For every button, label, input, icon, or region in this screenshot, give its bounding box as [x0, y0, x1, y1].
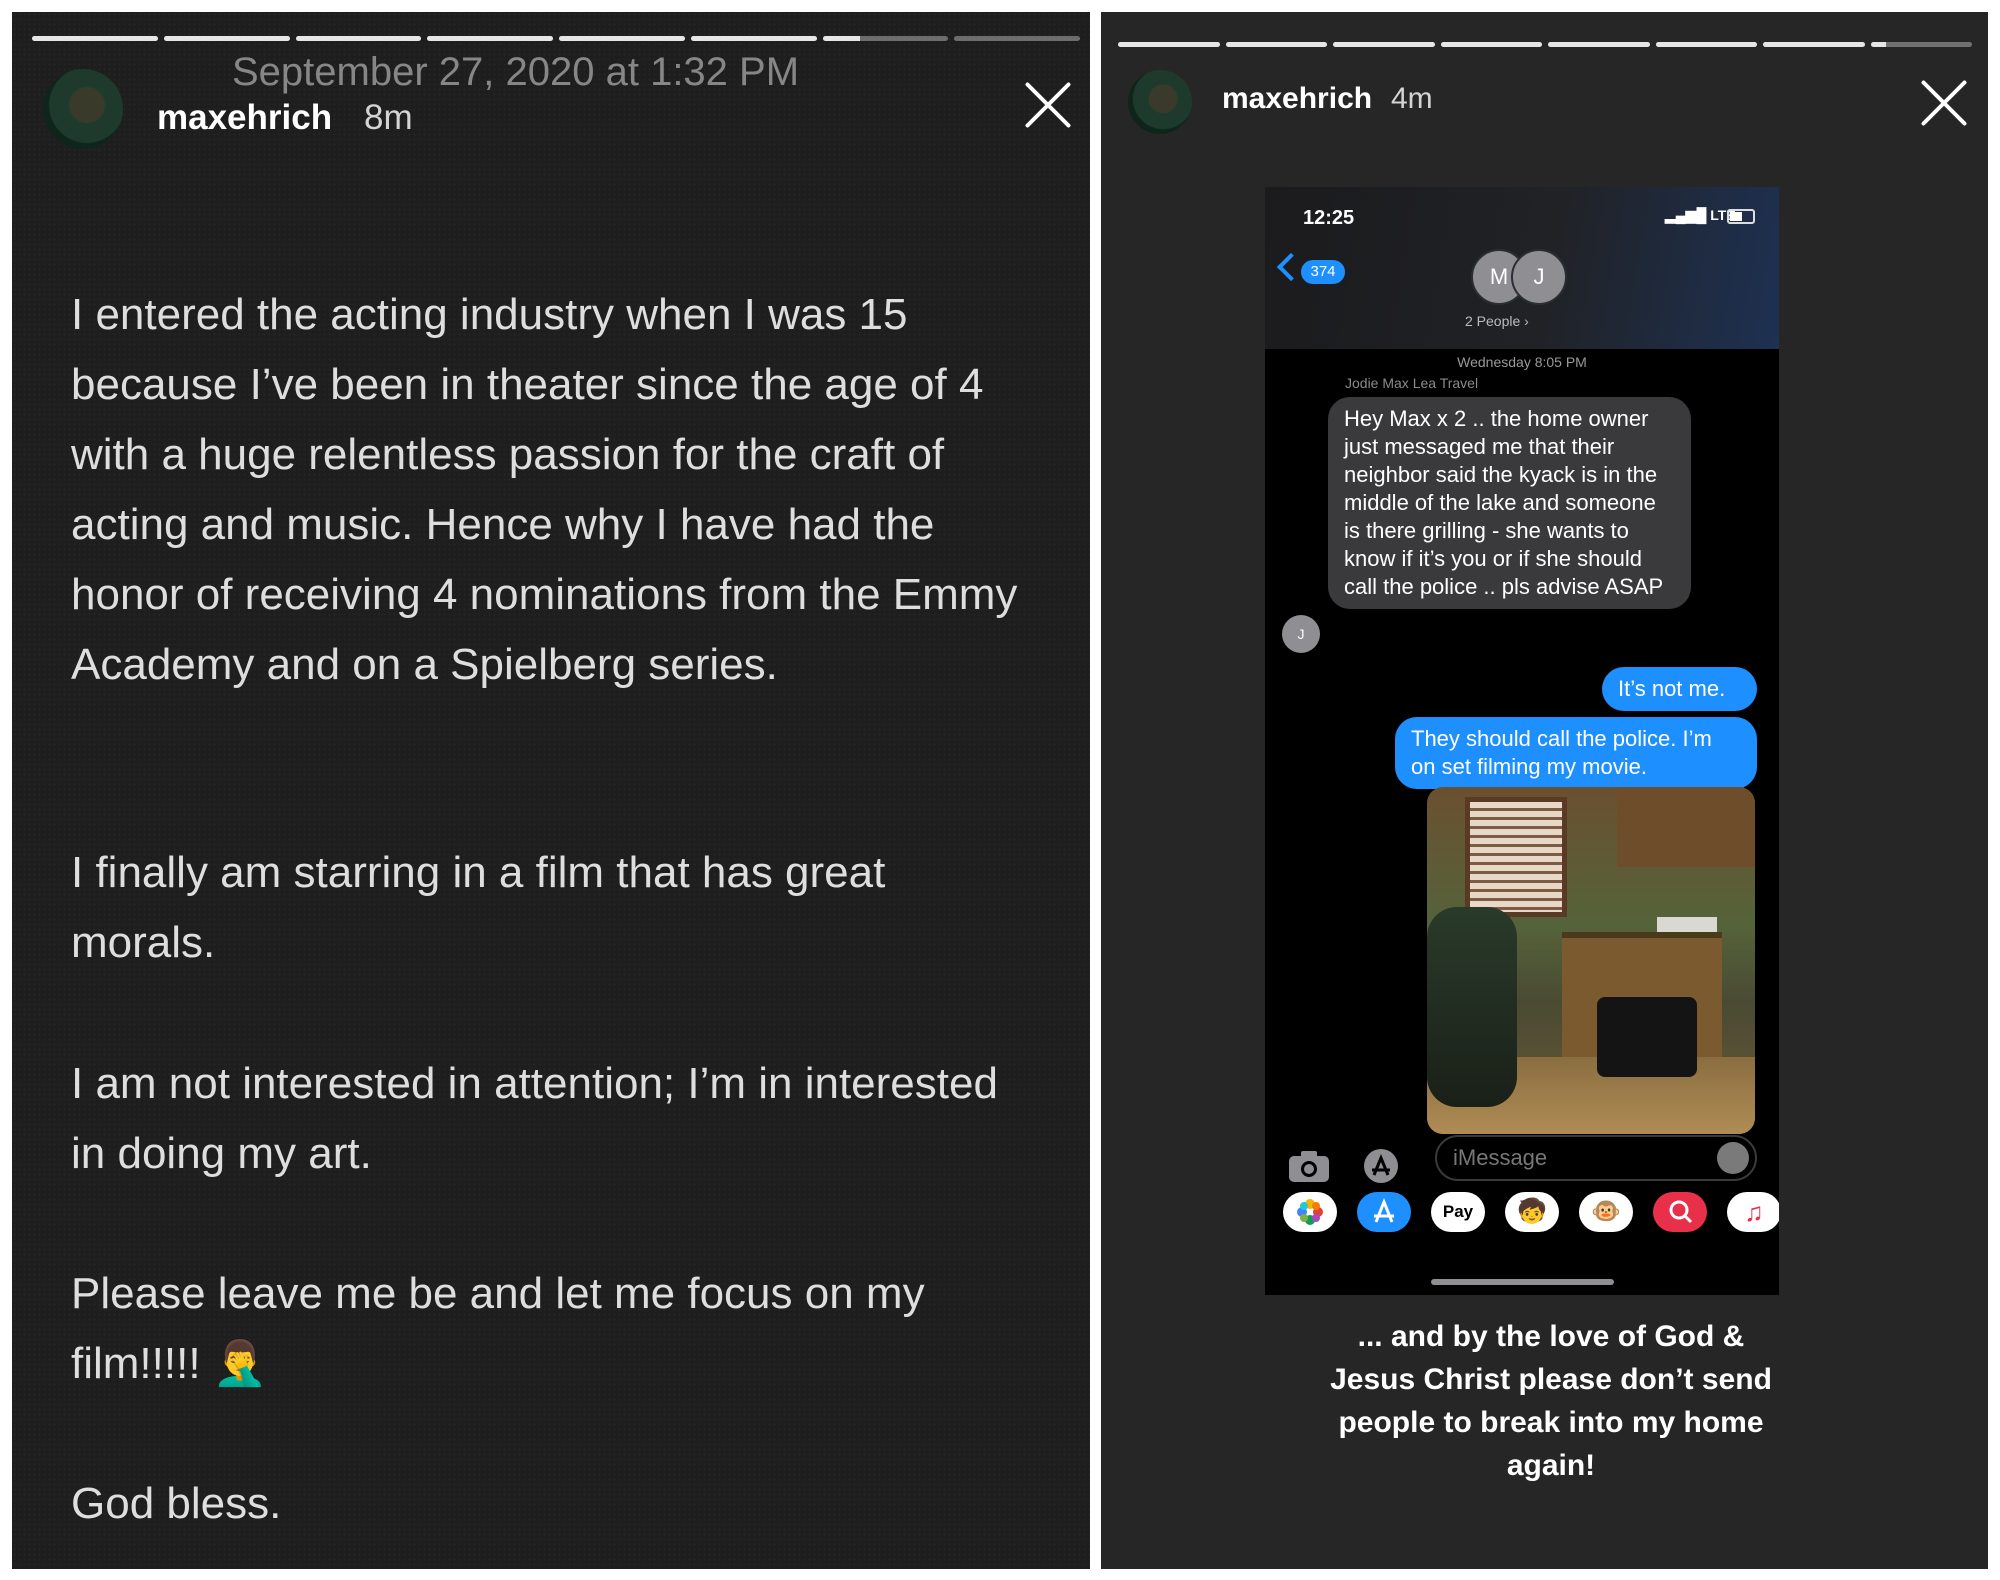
message-timestamp: Wednesday 8:05 PM	[1457, 354, 1587, 370]
story-progress-bar	[1118, 42, 1972, 47]
username[interactable]: maxehrich	[1222, 82, 1372, 116]
progress-segment	[1333, 42, 1435, 47]
kitchen-photo-attachment[interactable]	[1427, 787, 1755, 1134]
sender-name: Jodie Max Lea Travel	[1345, 375, 1479, 391]
incoming-message: Hey Max x 2 .. the home owner just messa…	[1328, 397, 1691, 609]
story-paragraph: Please leave me be and let me focus on m…	[71, 1269, 925, 1388]
username[interactable]: maxehrich	[157, 98, 332, 138]
music-icon[interactable]: ♫	[1727, 1192, 1779, 1232]
story-text-panel[interactable]: maxehrich 8m September 27, 2020 at 1:32 …	[12, 12, 1090, 1569]
home-indicator	[1431, 1279, 1614, 1285]
progress-segment	[954, 36, 1080, 41]
post-age: 8m	[364, 98, 413, 137]
close-icon[interactable]	[1919, 78, 1969, 128]
photos-icon[interactable]	[1283, 1192, 1337, 1232]
progress-segment	[295, 36, 422, 41]
group-label[interactable]: 2 People ›	[1465, 313, 1529, 329]
status-time: 12:25	[1303, 207, 1355, 229]
messages-screenshot: 12:25 ▂▄▆█ LTE 374 M J 2 People › Wednes…	[1265, 187, 1779, 1295]
progress-segment	[1440, 42, 1542, 47]
outgoing-message: They should call the police. I’m on set …	[1395, 717, 1757, 789]
progress-segment	[1655, 42, 1757, 47]
imessage-placeholder: iMessage	[1453, 1145, 1548, 1170]
monkey-icon[interactable]: 🐵	[1579, 1192, 1633, 1232]
camera-icon[interactable]	[1287, 1148, 1331, 1184]
progress-segment	[1548, 42, 1650, 47]
progress-segment	[163, 36, 290, 41]
avatar[interactable]	[1128, 70, 1192, 134]
unread-count-badge[interactable]: 374	[1301, 260, 1345, 284]
battery-icon	[1727, 209, 1755, 224]
story-paragraph: I entered the acting industry when I was…	[71, 290, 1018, 689]
apple-pay-button[interactable]: Pay	[1431, 1192, 1485, 1232]
app-store-icon[interactable]	[1357, 1192, 1411, 1232]
audio-waveform-icon[interactable]	[1717, 1142, 1749, 1174]
avatar[interactable]	[43, 69, 123, 149]
close-icon[interactable]	[1023, 80, 1073, 130]
imessage-input[interactable]: iMessage	[1435, 1135, 1757, 1181]
progress-segment	[1763, 42, 1865, 47]
conversation-header: 12:25 ▂▄▆█ LTE 374 M J 2 People ›	[1265, 187, 1779, 349]
story-paragraph: I finally am starring in a film that has…	[71, 848, 886, 967]
progress-segment	[1870, 42, 1972, 47]
progress-segment	[822, 36, 949, 41]
progress-segment	[690, 36, 817, 41]
date-overlay: September 27, 2020 at 1:32 PM	[232, 50, 800, 94]
app-store-icon[interactable]	[1359, 1148, 1403, 1184]
signal-lte-icon: ▂▄▆█ LTE	[1665, 207, 1736, 223]
story-progress-bar	[32, 36, 1080, 41]
post-age: 4m	[1391, 82, 1433, 115]
progress-segment	[1225, 42, 1327, 47]
story-screenshot-panel[interactable]: maxehrich 4m 12:25 ▂▄▆█ LTE 374 M J 2 Pe…	[1101, 12, 1988, 1569]
progress-segment	[32, 36, 158, 41]
sender-avatar: J	[1282, 615, 1320, 653]
progress-segment	[1118, 42, 1220, 47]
outgoing-message: It’s not me.	[1602, 667, 1757, 711]
story-paragraph: God bless.	[71, 1479, 282, 1528]
story-caption: ... and by the love of God & Jesus Chris…	[1330, 1320, 1772, 1482]
apple-pay-label: Pay	[1442, 1202, 1474, 1221]
search-icon[interactable]	[1653, 1192, 1707, 1232]
progress-segment	[559, 36, 685, 41]
memoji-icon[interactable]: 🧒	[1505, 1192, 1559, 1232]
contact-avatar-j[interactable]: J	[1511, 249, 1567, 305]
story-paragraph: I am not interested in attention; I’m in…	[71, 1059, 998, 1178]
progress-segment	[427, 36, 553, 41]
